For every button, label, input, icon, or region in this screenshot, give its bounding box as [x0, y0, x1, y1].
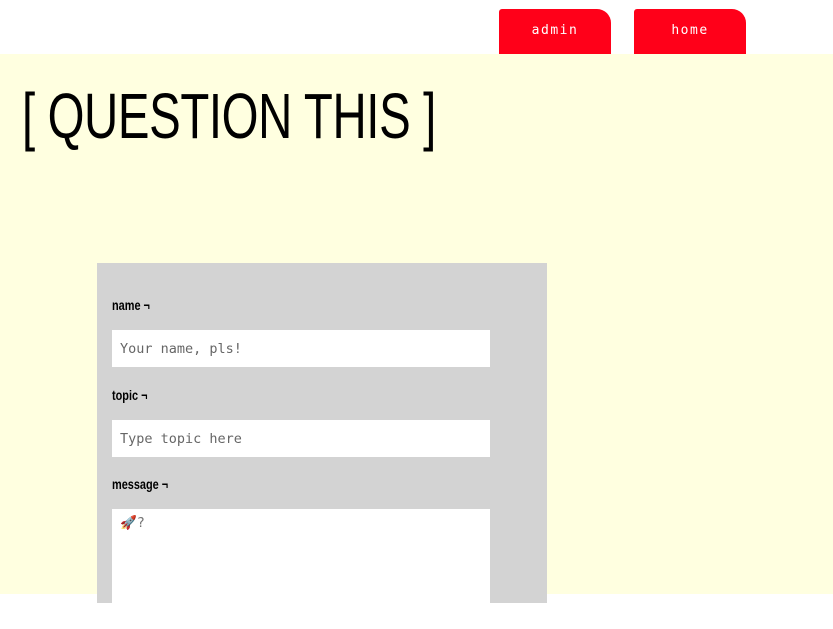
page-title: [ QUESTION THIS ] — [22, 80, 436, 152]
name-label: name ¬ — [112, 297, 150, 313]
name-input[interactable] — [112, 330, 490, 367]
question-form: name ¬ topic ¬ message ¬ — [97, 263, 547, 629]
message-label: message ¬ — [112, 476, 169, 492]
main-content: [ QUESTION THIS ] name ¬ topic ¬ message… — [0, 54, 833, 629]
topic-label: topic ¬ — [112, 387, 148, 403]
message-textarea[interactable] — [112, 509, 490, 629]
top-navigation-bar: admin home — [0, 0, 833, 54]
admin-button[interactable]: admin — [499, 9, 611, 54]
home-button[interactable]: home — [634, 9, 746, 54]
topic-input[interactable] — [112, 420, 490, 457]
